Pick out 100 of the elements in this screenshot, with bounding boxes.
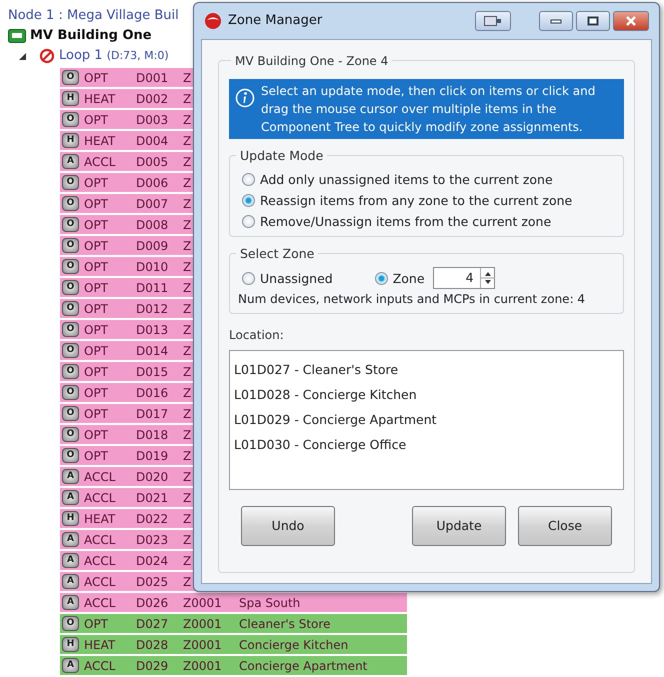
device-id: D008	[136, 216, 170, 234]
device-type: OPT	[84, 70, 110, 86]
device-id: D021	[136, 490, 170, 506]
device-type-icon: O	[62, 175, 79, 190]
device-type-icon: A	[62, 574, 79, 589]
info-text: Select an update mode, then click on items or click and drag the mouse cursor over multiple items in the Component Tree to quickly modify zone assignments.	[261, 83, 596, 136]
location-name: Spa South	[239, 594, 300, 612]
device-type-icon: O	[62, 196, 79, 211]
radio-icon[interactable]	[374, 272, 388, 284]
device-type: ACCL	[84, 154, 116, 170]
device-type-icon: A	[62, 469, 79, 484]
device-type-icon: O	[62, 70, 79, 85]
device-id: D011	[136, 280, 170, 296]
device-id: D020	[136, 468, 170, 486]
device-id: D006	[136, 174, 170, 192]
device-row[interactable]: O OPT D027 Z0001 Cleaner's Store	[60, 614, 407, 633]
device-type-icon: O	[62, 259, 79, 274]
device-id: D026	[136, 594, 170, 612]
zone-id: Z	[183, 342, 192, 360]
location-name: Cleaner's Store	[239, 616, 330, 632]
close-button[interactable]	[613, 11, 649, 31]
list-item[interactable]: L01D030 - Concierge Office	[234, 432, 619, 457]
zone-id: Z	[183, 112, 192, 128]
device-type-icon: H	[62, 91, 79, 106]
radio-option[interactable]: Zone	[374, 268, 425, 288]
device-type: ACCL	[84, 532, 116, 548]
device-row[interactable]: A ACCL D029 Z0001 Concierge Apartment	[60, 656, 407, 675]
device-type: ACCL	[84, 490, 116, 506]
device-type-icon: O	[62, 616, 79, 631]
device-type: HEAT	[84, 636, 116, 654]
device-type-icon: A	[62, 658, 79, 673]
zone-id: Z	[183, 552, 192, 570]
device-id: D007	[136, 196, 170, 212]
device-type-icon: A	[62, 595, 79, 610]
radio-icon[interactable]	[242, 173, 255, 186]
maximize-icon	[587, 16, 599, 26]
radio-icon[interactable]	[242, 194, 255, 207]
device-type: OPT	[84, 406, 110, 422]
dock-button[interactable]	[475, 11, 511, 31]
list-item[interactable]: L01D027 - Cleaner's Store	[234, 357, 619, 382]
device-type-icon: O	[62, 406, 79, 421]
device-type-icon: O	[62, 238, 79, 253]
list-item[interactable]: L01D029 - Concierge Apartment	[234, 407, 619, 432]
window-dock-icon	[484, 16, 502, 26]
zone-id: Z	[183, 406, 192, 422]
device-type-icon: A	[62, 532, 79, 547]
location-name: Concierge Apartment	[239, 658, 368, 674]
device-id: D015	[136, 364, 170, 380]
device-id: D004	[136, 132, 170, 150]
device-id: D018	[136, 426, 170, 444]
list-item[interactable]: L01D028 - Concierge Kitchen	[234, 382, 619, 407]
expand-icon[interactable]	[18, 52, 27, 60]
spin-arrows-icon[interactable]	[480, 268, 494, 288]
maximize-button[interactable]	[576, 11, 610, 31]
radio-icon[interactable]	[242, 272, 255, 284]
device-row[interactable]: A ACCL D026 Z0001 Spa South	[60, 593, 407, 612]
tree-item[interactable]: MV Building One	[30, 26, 152, 46]
node-label: Node 1 : Mega Village Buil	[8, 7, 179, 25]
device-id: D027	[136, 616, 170, 632]
zone-id: Z	[183, 258, 192, 276]
device-type-icon: O	[62, 364, 79, 379]
zone-id: Z	[183, 468, 192, 486]
radio-option[interactable]: Unassigned	[242, 268, 333, 288]
minimize-icon	[550, 18, 562, 24]
device-id: D016	[136, 384, 170, 402]
radio-option[interactable]: Reassign items from any zone to the current zone	[242, 190, 613, 211]
location-label: Location:	[229, 327, 285, 344]
device-id: D022	[136, 510, 170, 528]
dialog-button[interactable]: Undo	[241, 506, 335, 546]
device-type: OPT	[84, 258, 110, 276]
zone-id: Z	[183, 238, 192, 254]
device-type: OPT	[84, 322, 110, 338]
device-type: OPT	[84, 364, 110, 380]
zone-id: Z	[183, 196, 192, 212]
zone-id: Z	[183, 70, 192, 86]
device-type: HEAT	[84, 510, 116, 528]
dialog-button[interactable]: Close	[518, 506, 612, 546]
device-type-icon: H	[62, 133, 79, 148]
device-row[interactable]: H HEAT D028 Z0001 Concierge Kitchen	[60, 635, 407, 654]
location-name: Concierge Kitchen	[239, 636, 348, 654]
radio-icon[interactable]	[242, 215, 255, 228]
dialog-button[interactable]: Update	[412, 506, 506, 546]
tree-item[interactable]: Loop 1 (D:73, M:0)	[59, 46, 169, 66]
radio-option[interactable]: Remove/Unassign items from the current zone	[242, 211, 613, 232]
device-type-icon: O	[62, 448, 79, 463]
zone-id: Z	[183, 448, 192, 464]
device-id: D017	[136, 406, 170, 422]
device-id: D029	[136, 658, 170, 674]
zone-id: Z	[183, 532, 192, 548]
device-type: OPT	[84, 384, 110, 402]
minimize-button[interactable]	[539, 11, 573, 31]
zone-id: Z0001	[183, 616, 223, 632]
device-type: OPT	[84, 616, 110, 632]
number-field[interactable]: 4	[432, 267, 495, 289]
window-title: Zone Manager	[228, 12, 322, 30]
app-icon	[204, 12, 222, 30]
device-id: D014	[136, 342, 170, 360]
radio-option[interactable]: Add only unassigned items to the current zone	[242, 169, 613, 190]
device-type: OPT	[84, 300, 110, 318]
zone-id: Z	[183, 216, 192, 234]
